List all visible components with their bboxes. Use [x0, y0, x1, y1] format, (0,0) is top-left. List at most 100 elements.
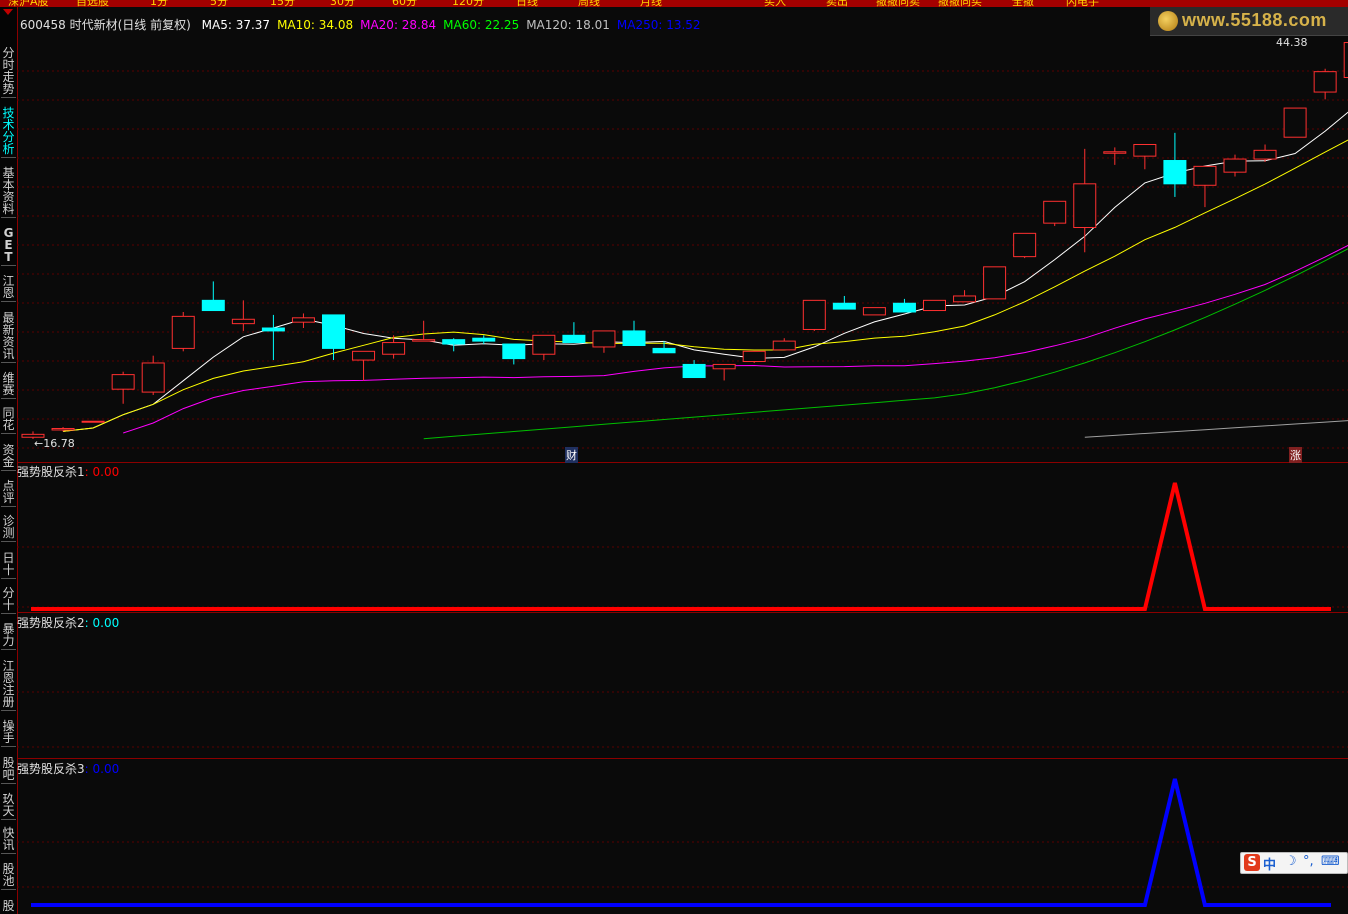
toolbar-item-11[interactable]: 买入 [764, 0, 786, 7]
toolbar-item-14[interactable]: 撤撤同买 [938, 0, 982, 7]
sidebar-item-13[interactable]: 暴力 [1, 623, 16, 650]
candle [1283, 107, 1307, 138]
candle [261, 314, 285, 361]
ma-label-0: MA5: 37.37 [201, 18, 271, 32]
indicator-1-title: 强势股反杀1: 0.00 [17, 465, 120, 479]
ma-label-3: MA60: 22.25 [443, 18, 520, 32]
sidebar-item-16[interactable]: 股吧 [1, 757, 16, 784]
toolbar-item-12[interactable]: 卖出 [826, 0, 848, 7]
toolbar-item-6[interactable]: 60分 [392, 0, 417, 7]
top-toolbar: 深沪A股 自选股 1分 5分 15分 30分 60分 120分 日线 周线 月线 买入 卖出 撤撤同卖 撤撤… [0, 0, 1348, 7]
toolbar-item-3[interactable]: 5分 [210, 0, 228, 7]
ime-toolbar[interactable]: S 中 ☽ °, ⌨ [1240, 852, 1348, 874]
candle [953, 290, 977, 303]
candle [291, 313, 315, 329]
sidebar-item-11[interactable]: 日十 [1, 552, 16, 579]
stock-title: 600458 时代新材(日线 前复权) [20, 18, 191, 32]
sidebar-item-2[interactable]: 基本资料 [1, 167, 16, 218]
sidebar-item-10[interactable]: 诊测 [1, 515, 16, 542]
ma-label-2: MA20: 28.84 [360, 18, 437, 32]
toolbar-item-10[interactable]: 月线 [640, 0, 662, 7]
sidebar-item-14[interactable]: 江恩注册 [1, 660, 16, 711]
sidebar-item-9[interactable]: 点评 [1, 480, 16, 507]
toolbar-item-13[interactable]: 撤撤同卖 [876, 0, 920, 7]
sidebar-item-4[interactable]: 江恩 [1, 275, 16, 302]
marker-zhang[interactable]: 涨 [1289, 447, 1302, 463]
scroll-up-arrow-icon[interactable] [3, 9, 13, 15]
indicator-2-title: 强势股反杀2: 0.00 [17, 616, 120, 630]
sidebar-item-15[interactable]: 操手 [1, 720, 16, 747]
candle [1253, 144, 1277, 162]
chart-header: 600458 时代新材(日线 前复权) MA5: 37.37 MA10: 34.0… [20, 16, 715, 33]
sidebar-item-6[interactable]: 维赛 [1, 372, 16, 399]
panel-separator [17, 612, 1348, 613]
punctuation-icon[interactable]: °, [1303, 854, 1314, 869]
marker-cai[interactable]: 财 [565, 447, 578, 463]
candle [742, 350, 766, 363]
sidebar-item-7[interactable]: 同花 [1, 407, 16, 434]
moon-icon[interactable]: ☽ [1285, 854, 1297, 869]
candle [352, 350, 376, 381]
grid-lines [17, 70, 1348, 888]
sidebar-item-3[interactable]: GET [1, 227, 16, 266]
sidebar-item-8[interactable]: 资金 [1, 444, 16, 471]
sogou-logo-icon: S [1244, 854, 1260, 871]
candle [472, 335, 496, 345]
sidebar-item-19[interactable]: 股池 [1, 863, 16, 890]
toolbar-item-4[interactable]: 15分 [270, 0, 295, 7]
sidebar-item-17[interactable]: 玖天 [1, 793, 16, 820]
panel-separator [17, 462, 1348, 463]
sidebar-item-18[interactable]: 快讯 [1, 827, 16, 854]
arrow-icon: ← [34, 437, 44, 450]
candle [892, 298, 916, 313]
sidebar-item-20[interactable]: 股 [1, 900, 16, 912]
candle [231, 300, 255, 331]
candle [562, 322, 586, 344]
site-watermark: www.55188.com [1150, 7, 1348, 36]
site-logo-icon [1158, 11, 1178, 31]
ma-label-5: MA250: 13.52 [616, 18, 701, 32]
candle [1133, 143, 1157, 170]
sidebar-item-1[interactable]: 技术分析 [1, 107, 16, 158]
candle [923, 299, 946, 312]
ma-label-1: MA10: 34.08 [277, 18, 354, 32]
ma-line-2 [123, 244, 1348, 434]
watermark-text: www.55188.com [1182, 10, 1327, 30]
ime-mode-label[interactable]: 中 [1263, 854, 1276, 873]
toolbar-item-1[interactable]: 自选股 [76, 0, 109, 7]
ma-line-1 [62, 139, 1348, 432]
toolbar-item-15[interactable]: 全撤 [1012, 0, 1034, 7]
toolbar-item-16[interactable]: 闪电手 [1066, 0, 1099, 7]
candle [983, 266, 1007, 300]
candle [1103, 147, 1127, 165]
candle [802, 299, 826, 331]
candle [502, 343, 526, 365]
toolbar-item-7[interactable]: 120分 [452, 0, 484, 7]
ma-label-4: MA120: 18.01 [526, 18, 610, 32]
keyboard-icon[interactable]: ⌨ [1321, 854, 1340, 869]
candle [682, 360, 706, 379]
candle [322, 314, 345, 361]
low-price-label: ←16.78 [34, 437, 75, 450]
toolbar-item-8[interactable]: 日线 [516, 0, 538, 7]
candle [1043, 200, 1067, 227]
sidebar: 分时走势技术分析基本资料 GET 江恩最新资讯维赛同花资金点评诊测日十分十暴力江恩注… [0, 7, 18, 914]
sidebar-item-0[interactable]: 分时走势 [1, 47, 16, 98]
toolbar-item-9[interactable]: 周线 [578, 0, 600, 7]
ma-line-120 [1084, 420, 1348, 438]
toolbar-item-2[interactable]: 1分 [150, 0, 168, 7]
sidebar-item-12[interactable]: 分十 [1, 587, 16, 614]
candle [141, 355, 165, 396]
candle [622, 320, 646, 346]
kline-chart[interactable] [17, 7, 1348, 914]
candle [171, 311, 195, 352]
candle [1073, 148, 1097, 253]
candle [1013, 232, 1037, 259]
candle [412, 320, 436, 342]
candle [592, 330, 616, 353]
sidebar-item-5[interactable]: 最新资讯 [1, 312, 16, 363]
toolbar-item-0[interactable]: 深沪A股 [8, 0, 49, 7]
panel-separator [17, 758, 1348, 759]
toolbar-item-5[interactable]: 30分 [330, 0, 355, 7]
high-price-label: 44.38 [1276, 36, 1308, 49]
